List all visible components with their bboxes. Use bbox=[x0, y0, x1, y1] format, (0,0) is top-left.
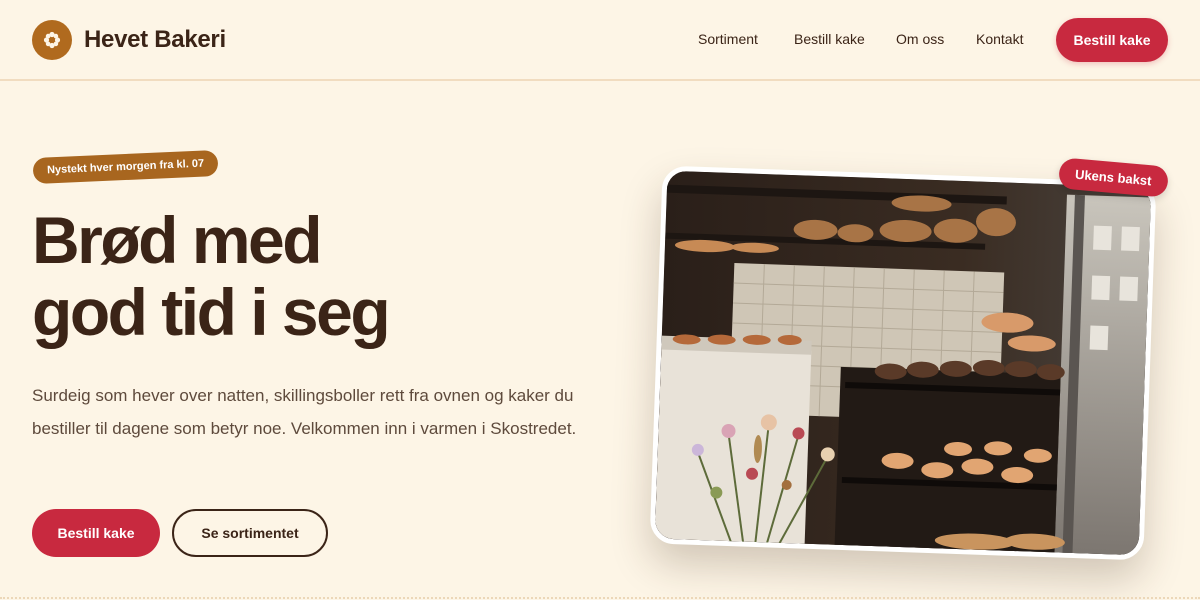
hero-description: Surdeig som hever over natten, skillings… bbox=[32, 386, 577, 438]
nav-link-sortiment[interactable]: Sortiment bbox=[698, 31, 758, 47]
nav-link-bestill-kake[interactable]: Bestill kake bbox=[794, 31, 865, 47]
flower-icon bbox=[43, 31, 61, 49]
nav-link-om-oss[interactable]: Om oss bbox=[896, 31, 944, 47]
see-assortment-button[interactable]: Se sortimentet bbox=[172, 509, 328, 557]
section-divider bbox=[0, 597, 1200, 599]
nav-link-kontakt[interactable]: Kontakt bbox=[976, 31, 1023, 47]
order-cake-button[interactable]: Bestill kake bbox=[32, 509, 160, 557]
brand-name[interactable]: Hevet Bakeri bbox=[84, 26, 226, 54]
bakery-display-illustration bbox=[654, 170, 1157, 561]
hero-title-line-1: Brød med bbox=[32, 203, 323, 277]
hero-bakery-photo bbox=[649, 165, 1157, 561]
header-order-cake-button[interactable]: Bestill kake bbox=[1056, 18, 1168, 62]
logo-mark[interactable] bbox=[32, 20, 72, 60]
site-header: Hevet Bakeri Sortiment Bestill kake Om o… bbox=[0, 0, 1200, 81]
hero-title: Brød med god tid i seg bbox=[32, 204, 592, 348]
hero-title-line-2: god tid i seg bbox=[32, 275, 391, 349]
hero-badge: Nystekt hver morgen fra kl. 07 bbox=[32, 149, 219, 185]
